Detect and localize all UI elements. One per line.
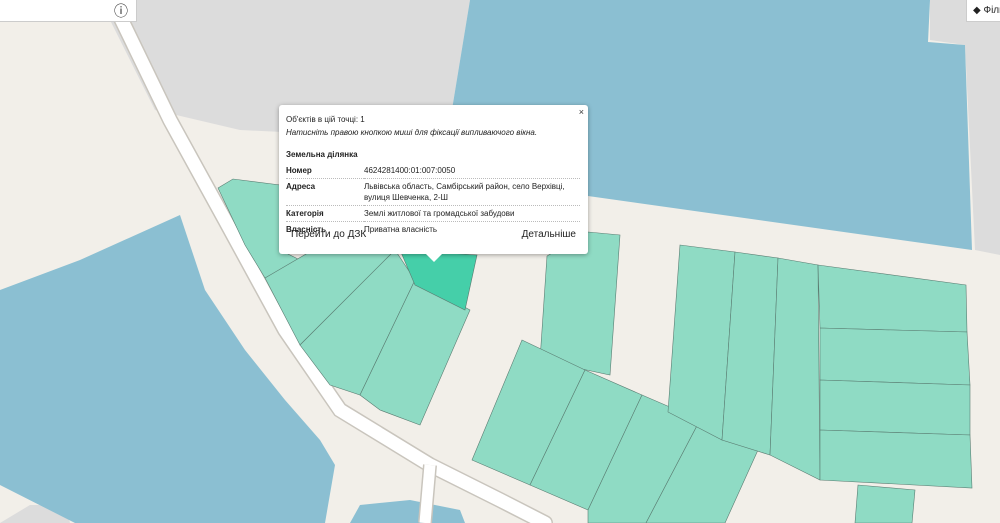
popup-tip <box>425 253 443 262</box>
filter-label: Філь <box>983 5 1000 16</box>
filter-button[interactable]: ◆ Філь <box>966 0 1000 22</box>
attr-key: Адреса <box>286 178 364 206</box>
table-row: Номер 4624281400:01:007:0050 <box>286 163 580 179</box>
table-row: Категорія Землі житлової та громадської … <box>286 205 580 222</box>
objects-count: Об'єктів в цій точці: 1 <box>286 115 365 124</box>
parcel[interactable] <box>817 264 968 333</box>
section-title: Земельна ділянка <box>286 150 358 159</box>
parcel-info-popup: × Об'єктів в цій точці: 1 Натисніть прав… <box>279 105 588 254</box>
parcel[interactable] <box>854 484 916 523</box>
table-row: Адреса Львівська область, Самбірський ра… <box>286 178 580 206</box>
map-canvas[interactable] <box>0 0 1000 523</box>
attributes-table: Номер 4624281400:01:007:0050 Адреса Льві… <box>286 163 580 237</box>
water-body-bottom <box>350 500 465 523</box>
attr-key: Категорія <box>286 205 364 222</box>
attr-value: Землі житлової та громадської забудови <box>364 205 580 222</box>
attr-key: Номер <box>286 163 364 179</box>
parcel[interactable] <box>819 429 973 489</box>
pin-hint: Натисніть правою кнопкою миші для фіксац… <box>286 128 538 137</box>
road-branch-fill <box>419 464 436 523</box>
close-icon[interactable]: × <box>579 107 584 117</box>
parcel[interactable] <box>769 257 821 481</box>
attr-value: 4624281400:01:007:0050 <box>364 163 580 179</box>
search-panel[interactable]: ⓘ <box>0 0 137 22</box>
info-icon[interactable]: ⓘ <box>112 2 130 20</box>
attr-value: Львівська область, Самбірський район, се… <box>364 178 580 206</box>
parcel[interactable] <box>819 327 971 386</box>
go-to-dzk-link[interactable]: Перейти до ДЗК <box>291 229 366 240</box>
details-link[interactable]: Детальніше <box>522 229 576 240</box>
layers-icon: ◆ <box>973 5 984 16</box>
parcel[interactable] <box>819 379 971 436</box>
